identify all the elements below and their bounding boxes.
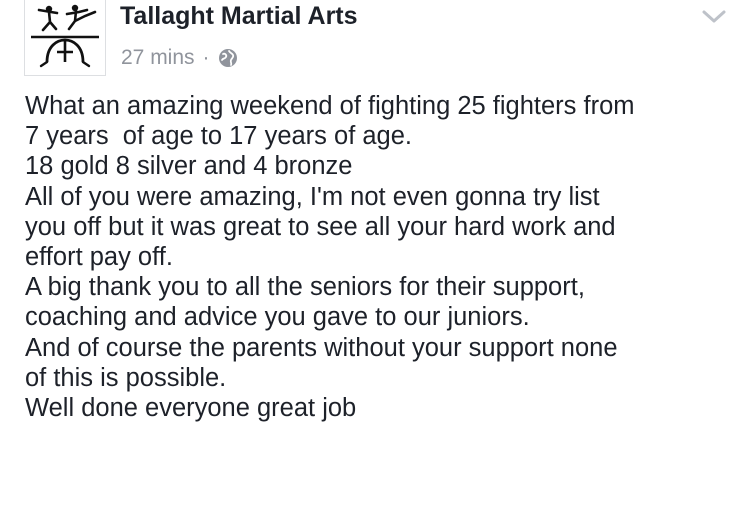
post-text-line: coaching and advice you gave to our juni… [25,303,530,332]
post-text-line: of this is possible. [25,363,227,392]
page-avatar[interactable] [24,0,106,76]
facebook-post: Tallaght Martial Arts 27 mins · What an … [0,0,750,509]
globe-icon[interactable] [218,48,238,68]
post-text-line: What an amazing weekend of fighting 25 f… [25,92,635,120]
post-text-line: effort pay off. [25,243,173,272]
post-message: What an amazing weekend of fighting 25 f… [25,91,740,423]
martial-arts-logo-icon [31,4,99,68]
post-text-line: All of you were amazing, I'm not even go… [25,182,600,211]
chevron-down-icon[interactable] [700,6,728,28]
post-text-line: A big thank you to all the seniors for t… [25,273,585,302]
meta-separator: · [202,46,210,69]
post-text-line: And of course the parents without your s… [25,333,618,362]
post-text-line: 18 gold 8 silver and 4 bronze [25,152,353,181]
post-timestamp[interactable]: 27 mins [121,46,195,70]
post-text-line: Well done everyone great job [25,394,357,423]
page-name-link[interactable]: Tallaght Martial Arts [120,1,358,31]
post-text-line: you off but it was great to see all your… [25,212,616,241]
post-meta: 27 mins · [121,44,238,72]
post-text-line: 7 years of age to 17 years of age. [25,122,412,151]
